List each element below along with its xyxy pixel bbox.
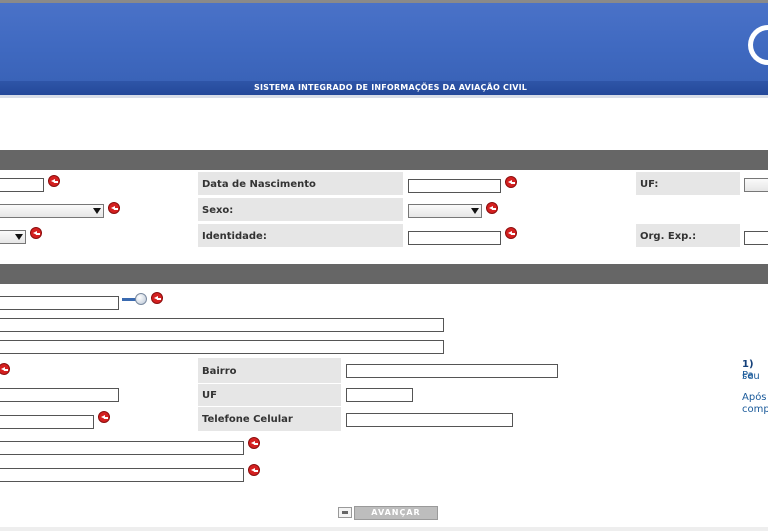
document-type-select[interactable] bbox=[0, 230, 26, 244]
header-shadow bbox=[0, 95, 768, 98]
required-icon bbox=[248, 437, 260, 449]
required-icon bbox=[505, 176, 517, 188]
email-confirm-field[interactable] bbox=[0, 468, 244, 482]
advance-arrow-icon[interactable] bbox=[338, 507, 352, 518]
email-field[interactable] bbox=[0, 441, 244, 455]
org-exp-label: Org. Exp.: bbox=[640, 231, 697, 242]
uf-label: UF: bbox=[640, 179, 659, 190]
footer-line bbox=[0, 527, 768, 531]
sex-select[interactable] bbox=[408, 204, 482, 218]
mobile-label: Telefone Celular bbox=[202, 414, 293, 425]
org-exp-field[interactable] bbox=[744, 231, 768, 245]
required-icon bbox=[108, 202, 120, 214]
complement-field[interactable] bbox=[0, 340, 444, 354]
mobile-field[interactable] bbox=[346, 413, 513, 427]
help-text-line: Após bbox=[742, 392, 767, 403]
header-banner bbox=[0, 3, 768, 81]
required-icon bbox=[486, 202, 498, 214]
address-uf-label-cell bbox=[198, 384, 341, 406]
required-icon bbox=[48, 175, 60, 187]
bairro-label: Bairro bbox=[202, 366, 237, 377]
anac-logo-icon bbox=[748, 25, 768, 65]
chevron-down-icon bbox=[471, 208, 479, 214]
street-field[interactable] bbox=[0, 318, 444, 332]
required-icon bbox=[30, 227, 42, 239]
birth-date-label: Data de Nascimento bbox=[202, 179, 316, 190]
chevron-down-icon bbox=[93, 208, 101, 214]
identity-label: Identidade: bbox=[202, 231, 267, 242]
section-header-personal bbox=[0, 150, 768, 170]
search-cep-icon[interactable] bbox=[122, 293, 148, 305]
sex-label: Sexo: bbox=[202, 205, 234, 216]
system-title-bar: SISTEMA INTEGRADO DE INFORMAÇÕES DA AVIA… bbox=[0, 81, 768, 95]
phone-field[interactable] bbox=[0, 415, 94, 429]
chevron-down-icon bbox=[15, 234, 23, 240]
help-text-line: seu bbox=[742, 371, 760, 382]
help-step-number: 1) bbox=[742, 359, 754, 370]
nationality-select[interactable] bbox=[0, 204, 104, 218]
help-text-line: comp bbox=[742, 404, 768, 415]
city-field[interactable] bbox=[0, 388, 119, 402]
required-icon bbox=[98, 411, 110, 423]
required-icon bbox=[0, 363, 10, 375]
name-field[interactable] bbox=[0, 178, 44, 192]
bairro-field[interactable] bbox=[346, 364, 558, 378]
required-icon bbox=[505, 227, 517, 239]
birth-date-field[interactable] bbox=[408, 179, 501, 193]
cep-field[interactable] bbox=[0, 296, 119, 310]
advance-button[interactable]: AVANÇAR bbox=[354, 506, 438, 520]
required-icon bbox=[248, 464, 260, 476]
address-uf-field[interactable] bbox=[346, 388, 413, 402]
section-header-address bbox=[0, 264, 768, 284]
identity-field[interactable] bbox=[408, 231, 501, 245]
system-title: SISTEMA INTEGRADO DE INFORMAÇÕES DA AVIA… bbox=[254, 83, 528, 92]
required-icon bbox=[151, 292, 163, 304]
uf-select[interactable] bbox=[744, 178, 768, 192]
address-uf-label: UF bbox=[202, 390, 217, 401]
